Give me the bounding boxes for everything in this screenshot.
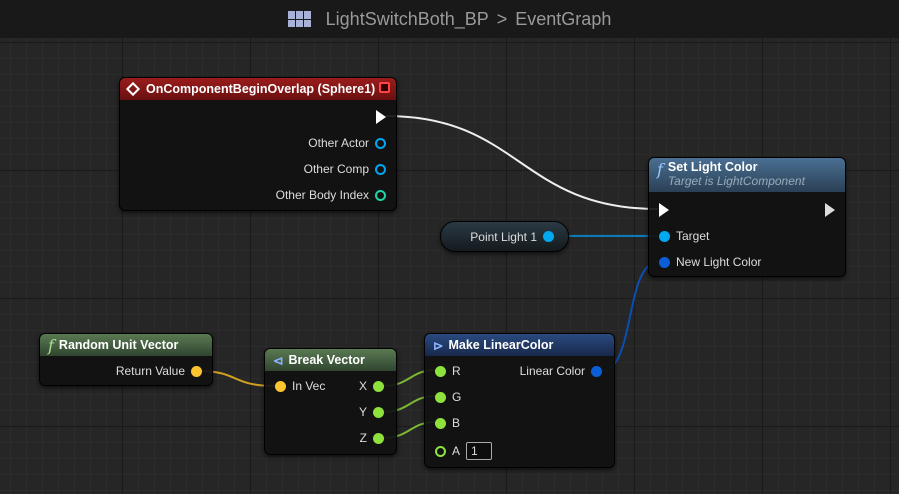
break-vector-node[interactable]: ⊲ Break Vector In Vec X Y Z <box>264 348 397 455</box>
pin-label: Y <box>358 405 367 419</box>
pin-x[interactable]: X <box>359 379 384 393</box>
exec-wire <box>385 115 659 210</box>
set-light-color-node[interactable]: f Set Light Color Target is LightCompone… <box>648 157 846 277</box>
float-pin-icon <box>373 406 384 418</box>
exec-in-pin[interactable] <box>659 203 669 217</box>
exec-icon <box>825 203 835 217</box>
pin-in-vec[interactable]: In Vec <box>275 379 325 393</box>
pin-r[interactable]: R <box>435 364 461 378</box>
a-value-input[interactable]: 1 <box>466 442 493 460</box>
pin-g[interactable]: G <box>435 390 461 404</box>
event-node-header[interactable]: OnComponentBeginOverlap (Sphere1) <box>120 78 396 100</box>
function-icon: f <box>657 160 663 179</box>
pin-label: Other Comp <box>303 162 369 176</box>
make-linear-color-header[interactable]: ⊳ Make LinearColor <box>425 334 614 356</box>
float-pin-icon <box>435 391 446 403</box>
pin-label: Linear Color <box>519 364 585 378</box>
event-diamond-icon <box>125 81 141 97</box>
pin-label: R <box>452 364 461 378</box>
pin-z[interactable]: Z <box>360 431 384 445</box>
event-node[interactable]: OnComponentBeginOverlap (Sphere1) Other … <box>119 77 397 211</box>
function-icon: f <box>48 335 54 355</box>
struct-pin-icon <box>591 365 602 377</box>
pin-label: Return Value <box>115 364 185 378</box>
pin-label: G <box>452 390 462 404</box>
pin-return-value[interactable]: Return Value <box>116 364 202 378</box>
pin-a[interactable]: A 1 <box>435 442 493 460</box>
pin-label: X <box>358 379 367 393</box>
float-pin-icon <box>435 365 446 377</box>
pin-b[interactable]: B <box>435 416 460 430</box>
vector-pin-icon <box>275 380 286 392</box>
set-light-color-title: Set Light Color <box>667 160 758 174</box>
pin-label: Other Body Index <box>275 188 369 202</box>
pin-label: In Vec <box>292 379 326 393</box>
set-light-color-subtitle: Target is LightComponent <box>667 174 805 188</box>
pin-other-actor[interactable]: Other Actor <box>308 136 386 150</box>
object-pin-icon[interactable] <box>543 231 554 242</box>
random-unit-vector-node[interactable]: f Random Unit Vector Return Value <box>39 333 213 386</box>
exec-out-pin[interactable] <box>825 203 835 217</box>
exec-out-pin[interactable] <box>376 110 386 124</box>
set-light-color-header[interactable]: f Set Light Color Target is LightCompone… <box>649 158 845 192</box>
node-title: Random Unit Vector <box>58 338 179 352</box>
object-pin-icon <box>375 163 386 175</box>
pin-label: Z <box>359 431 367 445</box>
float-pin-icon <box>435 417 446 429</box>
event-delegate-icon[interactable] <box>379 82 390 93</box>
pin-label: A <box>452 444 461 458</box>
pin-other-body-index[interactable]: Other Body Index <box>276 188 386 202</box>
make-icon: ⊳ <box>433 338 444 353</box>
point-light-label: Point Light 1 <box>470 229 537 244</box>
pin-label: New Light Color <box>676 255 762 269</box>
float-pin-icon <box>373 380 384 392</box>
pin-label: B <box>452 416 461 430</box>
struct-pin-icon <box>659 256 670 268</box>
pin-linear-color[interactable]: Linear Color <box>520 364 602 378</box>
exec-icon <box>659 203 669 217</box>
float-pin-icon <box>373 432 384 444</box>
node-title: Make LinearColor <box>448 338 554 352</box>
pin-other-comp[interactable]: Other Comp <box>304 162 386 176</box>
break-vector-header[interactable]: ⊲ Break Vector <box>265 349 396 371</box>
pin-new-light-color[interactable]: New Light Color <box>659 255 761 269</box>
vector-pin-icon <box>191 365 202 377</box>
make-linear-color-node[interactable]: ⊳ Make LinearColor R G B A 1 Linear Color <box>424 333 615 468</box>
pin-target[interactable]: Target <box>659 229 709 243</box>
event-title: OnComponentBeginOverlap (Sphere1) <box>146 82 376 96</box>
node-title: Break Vector <box>288 353 365 367</box>
point-light-node[interactable]: Point Light 1 <box>440 221 569 252</box>
random-unit-vector-header[interactable]: f Random Unit Vector <box>40 334 212 356</box>
pin-y[interactable]: Y <box>359 405 384 419</box>
exec-icon <box>376 110 386 124</box>
int-pin-icon <box>375 189 386 201</box>
break-icon: ⊲ <box>273 353 284 368</box>
float-pin-icon <box>435 445 446 457</box>
pin-label: Target <box>676 229 710 243</box>
object-pin-icon <box>659 230 670 242</box>
object-pin-icon <box>375 137 386 149</box>
pin-label: Other Actor <box>308 136 369 150</box>
